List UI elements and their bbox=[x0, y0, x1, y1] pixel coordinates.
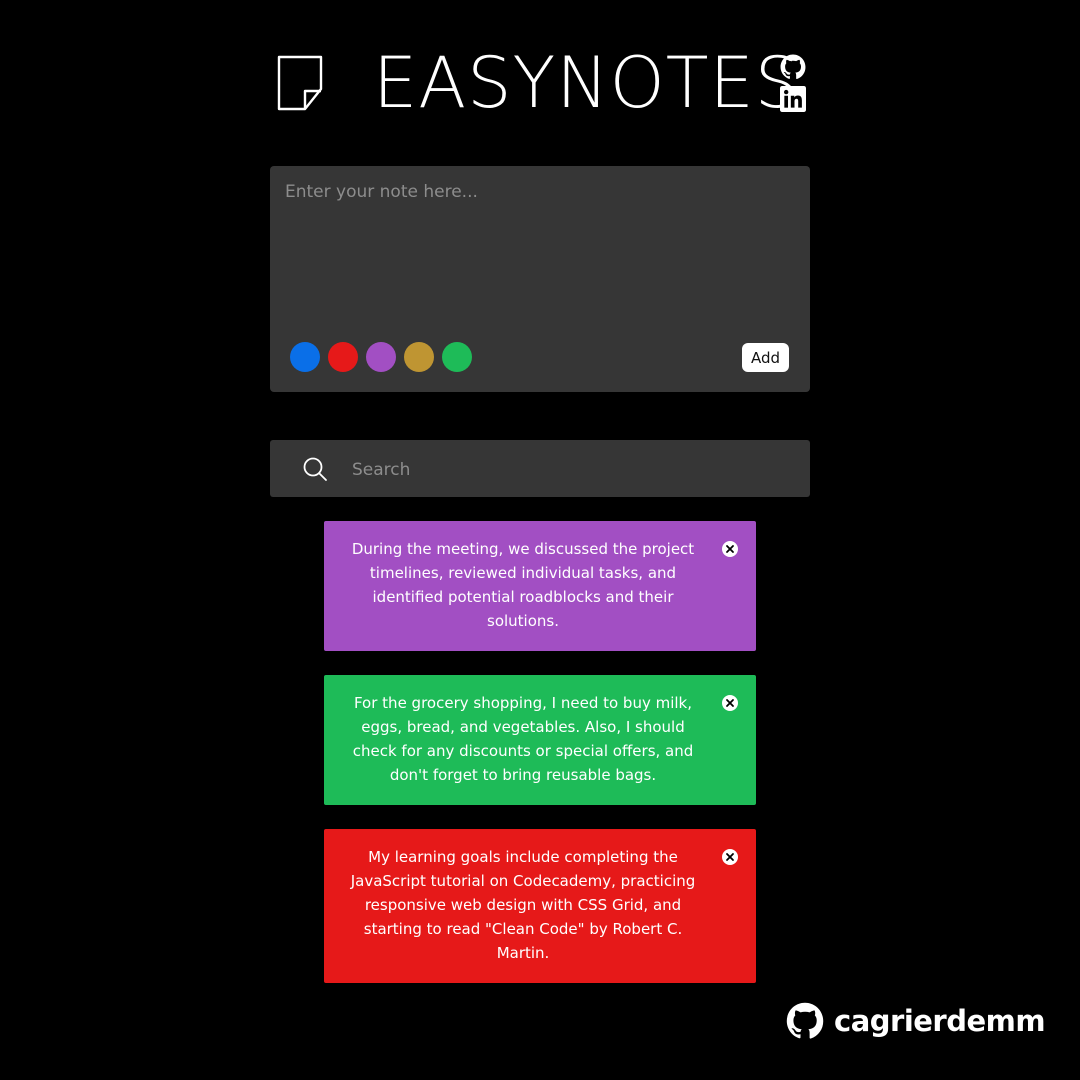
notes-list: During the meeting, we discussed the pro… bbox=[324, 521, 756, 1007]
add-button[interactable]: Add bbox=[741, 343, 789, 372]
color-swatch-red[interactable] bbox=[328, 342, 358, 372]
search-icon bbox=[303, 457, 327, 481]
note-card: For the grocery shopping, I need to buy … bbox=[324, 675, 756, 805]
search-bar bbox=[270, 440, 810, 499]
note-card: During the meeting, we discussed the pro… bbox=[324, 521, 756, 651]
close-icon[interactable] bbox=[722, 849, 738, 865]
footer-credit[interactable]: cagrierdemm bbox=[786, 1000, 1056, 1042]
linkedin-icon[interactable] bbox=[780, 86, 806, 112]
github-icon[interactable] bbox=[780, 54, 806, 80]
sticky-note-icon bbox=[277, 55, 323, 111]
github-icon bbox=[786, 1002, 824, 1039]
app-header: EASYNOTES bbox=[270, 40, 810, 130]
close-icon[interactable] bbox=[722, 695, 738, 711]
close-icon[interactable] bbox=[722, 541, 738, 557]
color-swatch-gold[interactable] bbox=[404, 342, 434, 372]
note-card: My learning goals include completing the… bbox=[324, 829, 756, 983]
footer-username: cagrierdemm bbox=[834, 1004, 1046, 1038]
color-swatch-purple[interactable] bbox=[366, 342, 396, 372]
note-text: For the grocery shopping, I need to buy … bbox=[352, 694, 694, 784]
color-picker bbox=[290, 342, 472, 372]
note-editor: Add bbox=[270, 166, 810, 392]
social-links bbox=[780, 54, 808, 118]
app-title: EASYNOTES bbox=[373, 42, 801, 124]
note-text: My learning goals include completing the… bbox=[350, 848, 696, 962]
color-swatch-blue[interactable] bbox=[290, 342, 320, 372]
note-input[interactable] bbox=[270, 166, 810, 326]
search-input[interactable] bbox=[350, 440, 794, 499]
note-text: During the meeting, we discussed the pro… bbox=[351, 540, 695, 630]
color-swatch-green[interactable] bbox=[442, 342, 472, 372]
